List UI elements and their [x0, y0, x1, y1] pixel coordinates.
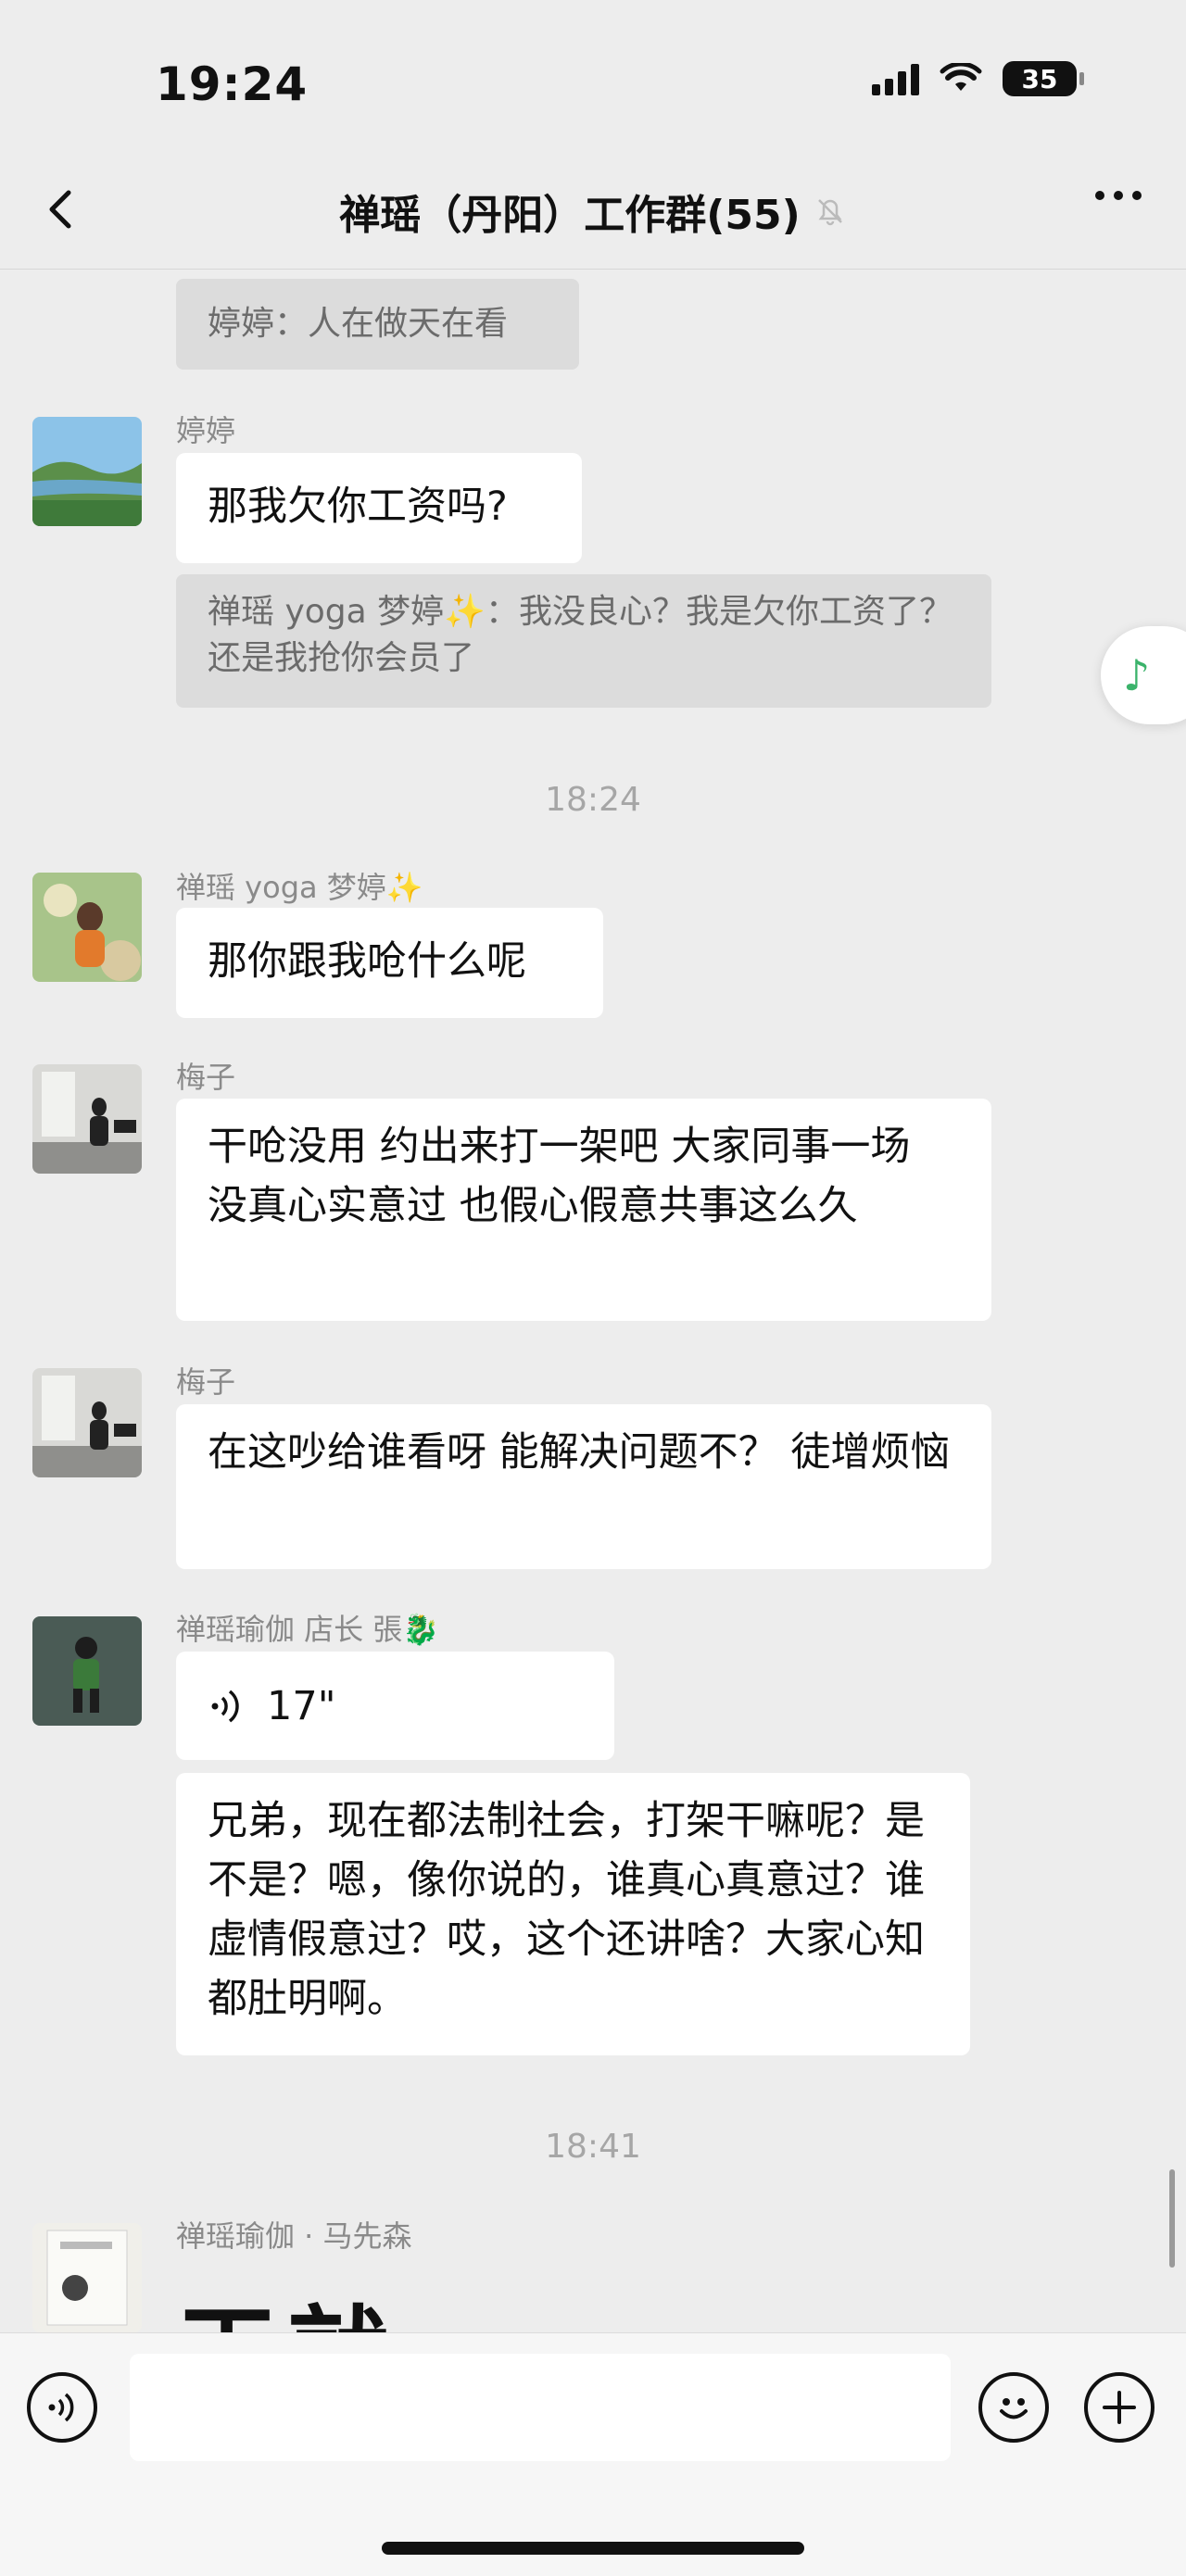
cellular-signal-icon — [872, 62, 919, 95]
chat-title-text: 禅瑶（丹阳）工作群(55) — [339, 191, 801, 239]
message-input[interactable] — [130, 2354, 951, 2461]
sender-name: 梅子 — [176, 1364, 236, 1400]
sender-name: 禅瑶瑜伽 店长 張🐉 — [176, 1612, 440, 1647]
voice-wave-icon — [211, 1690, 239, 1722]
chat-header: 禅瑶（丹阳）工作群(55) — [0, 153, 1186, 270]
scrollbar[interactable] — [1169, 2169, 1175, 2268]
battery-indicator: 35 — [1003, 61, 1084, 96]
message-bubble[interactable]: 在这吵给谁看呀 能解决问题不？ 徒增烦恼 — [176, 1404, 991, 1569]
avatar[interactable] — [32, 1368, 142, 1477]
voice-input-icon[interactable] — [27, 2372, 97, 2443]
avatar[interactable] — [32, 1616, 142, 1726]
avatar[interactable] — [32, 2223, 142, 2332]
timestamp: 18:24 — [545, 781, 641, 819]
avatar[interactable] — [32, 417, 142, 526]
message-bubble[interactable]: 干呛没用 约出来打一架吧 大家同事一场 没真心实意过 也假心假意共事这么久 — [176, 1099, 991, 1321]
plus-icon[interactable] — [1084, 2372, 1154, 2443]
voice-transcript[interactable]: 兄弟，现在都法制社会，打架干嘛呢？是不是？嗯，像你说的，谁真心真意过？谁虚情假意… — [176, 1773, 970, 2055]
chat-title[interactable]: 禅瑶（丹阳）工作群(55) — [339, 182, 846, 241]
image-message-text: 干就 — [176, 2253, 732, 2332]
avatar[interactable] — [32, 1064, 142, 1174]
sender-name: 禅瑶 yoga 梦婷✨ — [176, 870, 423, 905]
more-dots-icon[interactable] — [1095, 191, 1142, 200]
quote-message: 婷婷：人在做天在看 — [176, 279, 579, 370]
bell-off-icon — [817, 198, 842, 225]
sender-name: 禅瑶瑜伽 · 马先森 — [176, 2218, 412, 2254]
voice-message-bubble[interactable]: 17" — [176, 1652, 614, 1760]
sender-name: 梅子 — [176, 1060, 236, 1095]
message-bubble[interactable]: 那你跟我呛什么呢 — [176, 908, 603, 1018]
sender-name: 婷婷 — [176, 413, 236, 448]
image-message[interactable]: 干就 — [176, 2253, 732, 2332]
avatar[interactable] — [32, 873, 142, 982]
timestamp: 18:41 — [545, 2128, 641, 2166]
message-bubble[interactable]: 那我欠你工资吗? — [176, 453, 582, 563]
home-indicator[interactable] — [382, 2542, 804, 2555]
wifi-icon — [940, 63, 982, 91]
chevron-left-icon[interactable] — [35, 182, 91, 237]
status-icons: 35 — [872, 61, 1084, 96]
status-time: 19:24 — [156, 57, 309, 111]
music-note-icon[interactable]: ♪ — [1101, 626, 1186, 724]
voice-duration: 17" — [267, 1682, 336, 1729]
emoji-icon[interactable] — [978, 2372, 1049, 2443]
quote-message: 禅瑶 yoga 梦婷✨：我没良心？我是欠你工资了？还是我抢你会员了 — [176, 574, 991, 708]
